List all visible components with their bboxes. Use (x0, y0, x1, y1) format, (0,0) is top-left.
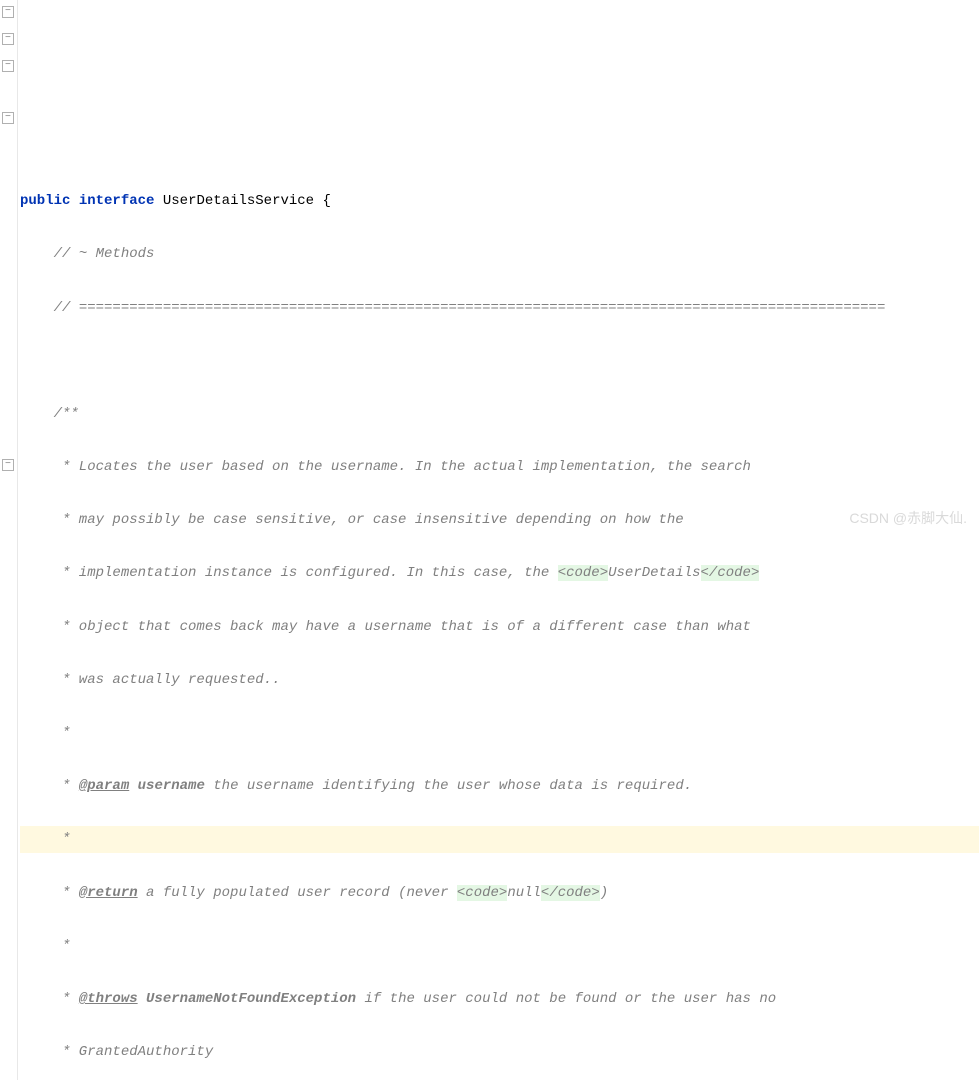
javadoc-star: * (20, 831, 70, 847)
javadoc-param-desc: the username identifying the user whose … (205, 778, 692, 794)
javadoc-line: * implementation instance is configured.… (20, 565, 558, 581)
javadoc-param-name: username (129, 778, 205, 794)
javadoc-return-b: ) (600, 885, 608, 901)
javadoc-param-tag: @param (79, 778, 129, 794)
code-line-highlighted: * (20, 826, 979, 853)
code-line: * @param username the username identifyi… (20, 773, 979, 800)
code-line: * (20, 720, 979, 747)
code-line: * @return a fully populated user record … (20, 880, 979, 907)
javadoc-star-prefix: * (20, 885, 79, 901)
javadoc-line: * may possibly be case sensitive, or cas… (20, 512, 684, 528)
fold-marker-icon[interactable]: − (2, 6, 14, 18)
javadoc-line: * was actually requested.. (20, 672, 280, 688)
fold-marker-icon[interactable]: − (2, 112, 14, 124)
code-line-blank (20, 348, 979, 375)
code-line: /** (20, 401, 979, 428)
javadoc-null: null (507, 885, 541, 901)
javadoc-line: * Locates the user based on the username… (20, 459, 751, 475)
keyword-public: public (20, 193, 70, 209)
javadoc-open: /** (20, 406, 79, 422)
javadoc-return-tag: @return (79, 885, 138, 901)
comment-separator-prefix: // (20, 300, 79, 316)
javadoc-throws-tag: @throws (79, 991, 138, 1007)
interface-name: UserDetailsService (163, 193, 314, 209)
javadoc-line: * object that comes back may have a user… (20, 619, 751, 635)
editor-gutter: − − − − − (0, 0, 18, 1080)
code-tag-open: <code> (457, 885, 507, 901)
fold-marker-icon[interactable]: − (2, 33, 14, 45)
code-line: * (20, 933, 979, 960)
code-line: public interface UserDetailsService { (20, 188, 979, 215)
comment-separator: ========================================… (79, 300, 886, 316)
fold-marker-icon[interactable]: − (2, 60, 14, 72)
javadoc-star-prefix: * (20, 778, 79, 794)
javadoc-throws-desc: if the user could not be found or the us… (356, 991, 776, 1007)
code-line: * was actually requested.. (20, 667, 979, 694)
code-line: * may possibly be case sensitive, or cas… (20, 507, 979, 534)
javadoc-granted: * GrantedAuthority (20, 1044, 213, 1060)
brace-open: { (314, 193, 331, 209)
code-line: * @throws UsernameNotFoundException if t… (20, 986, 979, 1013)
fold-marker-icon[interactable]: − (2, 459, 14, 471)
code-line: * Locates the user based on the username… (20, 454, 979, 481)
javadoc-star-prefix: * (20, 991, 79, 1007)
code-line: * object that comes back may have a user… (20, 614, 979, 641)
code-tag-open: <code> (558, 565, 608, 581)
watermark: CSDN @赤脚大仙. (849, 505, 967, 532)
code-tag-close: </code> (701, 565, 760, 581)
javadoc-return-a: a fully populated user record (never (138, 885, 457, 901)
javadoc-code-content: UserDetails (608, 565, 700, 581)
javadoc-throws-exception: UsernameNotFoundException (138, 991, 356, 1007)
code-line: * GrantedAuthority (20, 1039, 979, 1066)
javadoc-star: * (20, 725, 70, 741)
code-line: // =====================================… (20, 295, 979, 322)
keyword-interface: interface (79, 193, 155, 209)
code-tag-close: </code> (541, 885, 600, 901)
code-editor-content[interactable]: public interface UserDetailsService { //… (18, 162, 979, 1080)
code-line: // ~ Methods (20, 241, 979, 268)
javadoc-star: * (20, 938, 70, 954)
code-line: * implementation instance is configured.… (20, 560, 979, 587)
comment-methods: // ~ Methods (20, 246, 154, 262)
